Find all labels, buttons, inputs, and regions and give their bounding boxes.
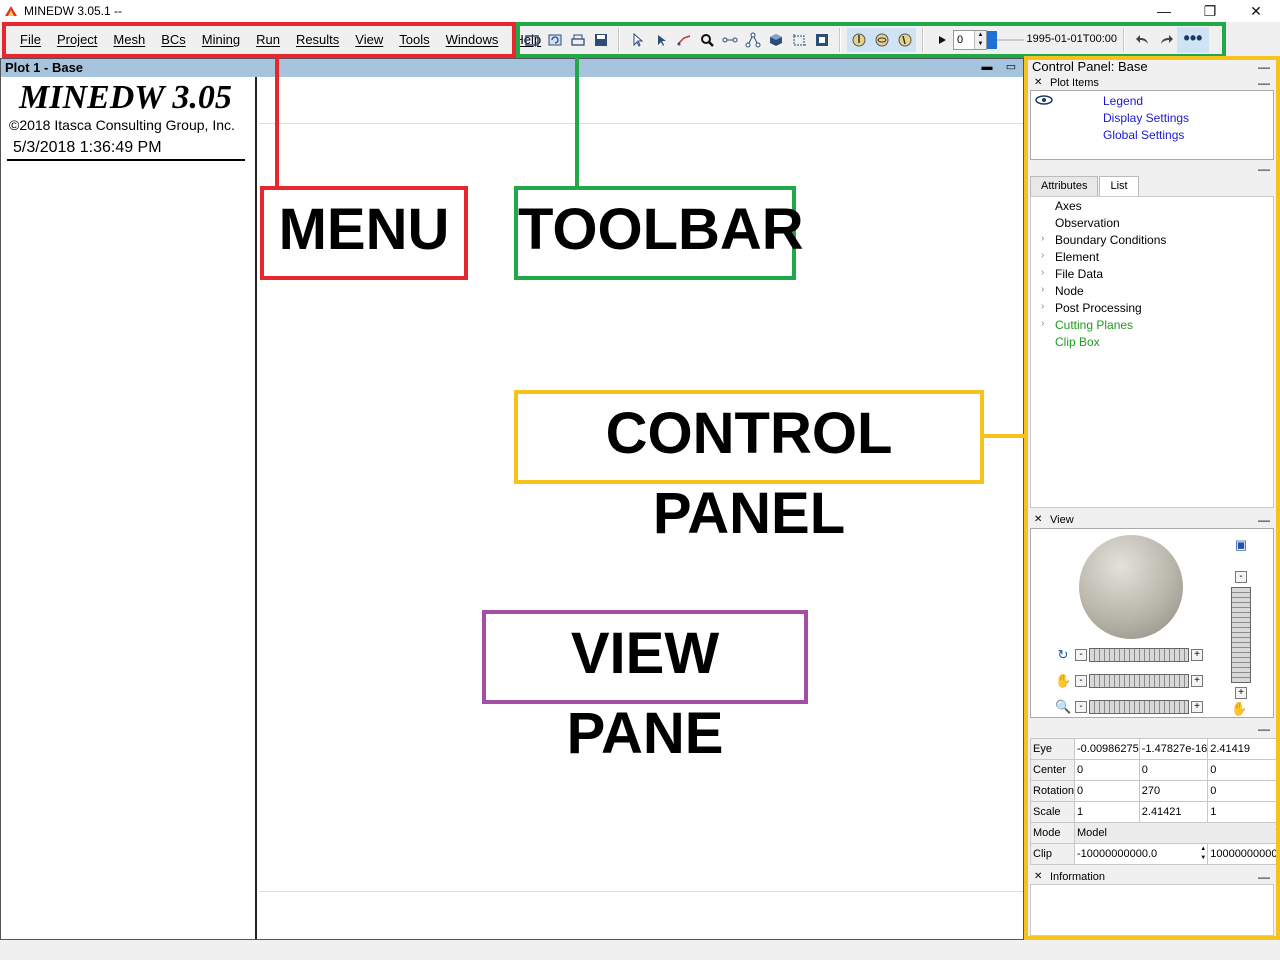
toolbar-annotation-label: TOOLBAR [514, 186, 804, 280]
plot-maximize-button[interactable]: ▭ [1003, 59, 1019, 75]
toolbar-connector-line [575, 58, 579, 188]
menu-connector-line [275, 58, 279, 188]
plot-title: Plot 1 - Base [5, 60, 84, 75]
view-guide-line [259, 123, 1023, 124]
plot-window: Plot 1 - Base ▬ ▭ MINEDW 3.05 ©2018 Itas… [0, 58, 1024, 940]
close-button[interactable]: ✕ [1233, 0, 1279, 22]
app-icon [5, 6, 17, 16]
legend-divider [7, 159, 245, 161]
legend-pane: MINEDW 3.05 ©2018 Itasca Consulting Grou… [1, 77, 257, 939]
toolbar-highlight-box [516, 22, 1226, 58]
restore-button[interactable]: ❐ [1187, 0, 1233, 22]
status-bar [0, 940, 1280, 960]
minimize-button[interactable]: — [1141, 0, 1187, 22]
control-panel-connector-line [984, 434, 1024, 438]
menu-highlight-box [2, 22, 516, 58]
title-bar: MINEDW 3.05.1 -- — ❐ ✕ [0, 0, 1280, 22]
window-title: MINEDW 3.05.1 -- [24, 4, 123, 18]
legend-date: 5/3/2018 1:36:49 PM [13, 139, 162, 156]
plot-minimize-button[interactable]: ▬ [979, 59, 995, 75]
menu-annotation-label: MENU [260, 186, 468, 280]
legend-brand: MINEDW 3.05 [19, 79, 232, 116]
view-guide-line [259, 891, 1023, 892]
legend-copyright: ©2018 Itasca Consulting Group, Inc. [9, 117, 235, 133]
control-panel-annotation-label: CONTROL PANEL [514, 390, 984, 546]
plot-title-bar: Plot 1 - Base ▬ ▭ [1, 59, 1023, 77]
view-pane-annotation-label: VIEW PANE [482, 610, 808, 766]
control-panel-highlight-box [1024, 56, 1280, 940]
